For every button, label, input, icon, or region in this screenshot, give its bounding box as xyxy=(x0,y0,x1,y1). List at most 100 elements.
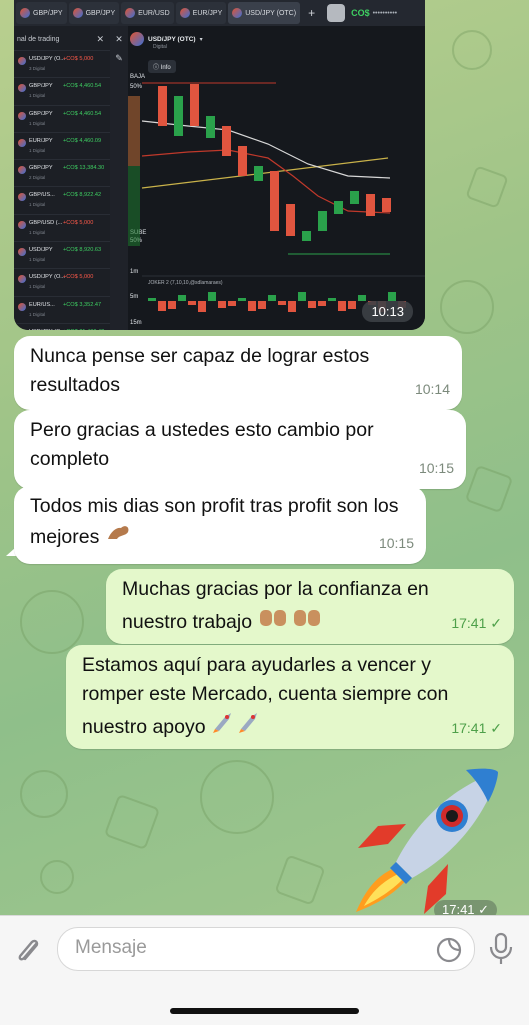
microphone-icon[interactable] xyxy=(488,932,514,971)
asset-icon xyxy=(180,8,190,18)
asset-icon xyxy=(125,8,135,18)
checkmark-icon: ✓ xyxy=(490,615,502,631)
indicator-label: JOKER 2 (7,10,10,@sdlamaraes) xyxy=(148,280,223,286)
tab-label: EUR/USD xyxy=(138,10,170,17)
message-incoming[interactable]: Pero gracias a ustedes esto cambio por c… xyxy=(14,410,466,489)
trading-history-panel: nal de trading ✕ USD/JPY (O...3 Digital+… xyxy=(14,26,110,330)
asset-name: USD/JPY (O... xyxy=(29,56,65,62)
asset-icon xyxy=(18,57,26,65)
oscillator-bar xyxy=(318,301,326,306)
message-text: Estamos aquí para ayudarles a vencer y r… xyxy=(82,654,448,738)
background-doodle xyxy=(20,590,84,654)
candle xyxy=(190,84,199,126)
message-text: Nunca pense ser capaz de lograr estos re… xyxy=(30,345,369,396)
rocket-sticker[interactable] xyxy=(348,766,508,916)
candle xyxy=(350,191,359,204)
asset-type: 2 Digital xyxy=(29,175,45,180)
background-doodle xyxy=(274,854,325,905)
asset-profit: +CO$ 4,460.54 xyxy=(63,83,101,89)
asset-icon xyxy=(18,84,26,92)
asset-row: USD/JPY1 Digital+CO$ 8,920.63 xyxy=(14,241,110,268)
account-balance-masked: •••••••••• xyxy=(373,10,398,17)
asset-row: GBP/JPY1 Digital+CO$ 4,460.54 xyxy=(14,105,110,132)
close-icon: ✕ xyxy=(96,34,104,45)
asset-row: GBP/US... 1 Digital +CO$ 8,922.42 xyxy=(14,186,110,213)
asset-icon xyxy=(232,8,242,18)
oscillator-bar xyxy=(388,292,396,301)
candle xyxy=(174,96,183,136)
asset-row: EUR/JPY1 Digital+CO$ 4,460.09 xyxy=(14,132,110,159)
background-doodle xyxy=(200,760,274,834)
asset-icon xyxy=(73,8,83,18)
background-doodle xyxy=(452,30,492,70)
candle xyxy=(318,211,327,231)
trading-tab: EUR/JPY xyxy=(176,2,227,24)
message-time: 17:41 xyxy=(451,720,486,736)
message-incoming[interactable]: Todos mis dias son profit tras profit so… xyxy=(14,486,426,564)
message-time: 17:41 xyxy=(451,615,486,631)
asset-profit: +CO$ 8,922.42 xyxy=(63,192,101,198)
background-doodle xyxy=(40,860,74,894)
message-input[interactable]: Mensaje xyxy=(57,927,475,971)
oscillator-bar xyxy=(148,298,156,301)
oscillator-bar xyxy=(238,298,246,301)
oscillator-bar xyxy=(218,301,226,308)
candle xyxy=(270,171,279,231)
asset-type: 1 Digital xyxy=(29,202,45,207)
tab-label: EUR/JPY xyxy=(193,10,223,17)
asset-type: 3 Digital xyxy=(29,66,45,71)
asset-row: USD/JPY (O...3 Digital+CO$ 5,000 xyxy=(14,50,110,77)
close-icon: ✕ xyxy=(110,34,128,45)
asset-type: 1 Digital xyxy=(29,93,45,98)
message-meta: 17:41 ✓ xyxy=(451,609,502,638)
candle xyxy=(222,126,231,156)
asset-row: GBP/JPY 1 Digital +CO$ 4,460.54 xyxy=(14,77,110,104)
asset-icon xyxy=(18,221,26,229)
asset-profit: +CO$ 5,000 xyxy=(63,274,93,280)
background-doodle xyxy=(440,280,494,334)
asset-name: USD/JPY xyxy=(29,247,53,253)
message-outgoing[interactable]: Muchas gracias por la confianza en nuest… xyxy=(106,569,514,644)
oscillator-bar xyxy=(358,295,366,301)
trading-tabs: GBP/JPY GBP/JPY EUR/USD EUR/JPY USD/JPY … xyxy=(14,0,425,26)
asset-name: GBP/US... xyxy=(29,192,55,198)
message-incoming[interactable]: Nunca pense ser capaz de lograr estos re… xyxy=(14,336,462,410)
account-label: CO$ xyxy=(351,8,370,18)
asset-row: GBP/USD (...1 Digital+CO$ 5,000 xyxy=(14,214,110,241)
asset-icon xyxy=(18,112,26,120)
asset-type: 1 Digital xyxy=(29,284,45,289)
asset-profit: +CO$ 13,384.30 xyxy=(63,165,104,171)
oscillator-bar xyxy=(338,301,346,311)
asset-profit: +CO$ 3,352.47 xyxy=(63,302,101,308)
message-time: 10:15 xyxy=(379,529,414,558)
asset-name: GBP/JPY xyxy=(29,83,53,89)
asset-name: GBP/USD (... xyxy=(29,220,62,226)
paperclip-icon[interactable] xyxy=(14,936,42,973)
candle xyxy=(286,204,295,236)
candle xyxy=(238,146,247,176)
photo-message[interactable]: GBP/JPY GBP/JPY EUR/USD EUR/JPY USD/JPY … xyxy=(14,0,425,330)
asset-type: 1 Digital xyxy=(29,148,45,153)
candle xyxy=(302,231,311,241)
candle xyxy=(366,194,375,216)
asset-profit: +CO$ 4,460.54 xyxy=(63,111,101,117)
oscillator-bar xyxy=(288,301,296,312)
sticker-icon[interactable] xyxy=(436,937,462,968)
asset-profit: +CO$ 4,460.09 xyxy=(63,138,101,144)
asset-profit: +CO$ 8,920.63 xyxy=(63,247,101,253)
asset-icon xyxy=(18,248,26,256)
background-doodle xyxy=(104,794,160,850)
asset-icon xyxy=(18,139,26,147)
plus-icon: + xyxy=(308,6,315,20)
flexed-biceps-icon xyxy=(105,521,131,552)
candle xyxy=(382,198,391,212)
message-placeholder: Mensaje xyxy=(75,937,147,959)
asset-row: USD/JPY (O...1 Digital+CO$ 21,400.42 xyxy=(14,323,110,330)
oscillator-bar xyxy=(178,295,186,301)
message-outgoing[interactable]: Estamos aquí para ayudarles a vencer y r… xyxy=(66,645,514,749)
oscillator-bar xyxy=(298,292,306,301)
rocket-icon xyxy=(348,766,508,916)
asset-list: USD/JPY (O... 3 Digital +CO$ 5,000 GBP/JPY 1… xyxy=(14,50,110,330)
trading-tab-active: USD/JPY (OTC) xyxy=(228,2,300,24)
asset-icon xyxy=(18,303,26,311)
